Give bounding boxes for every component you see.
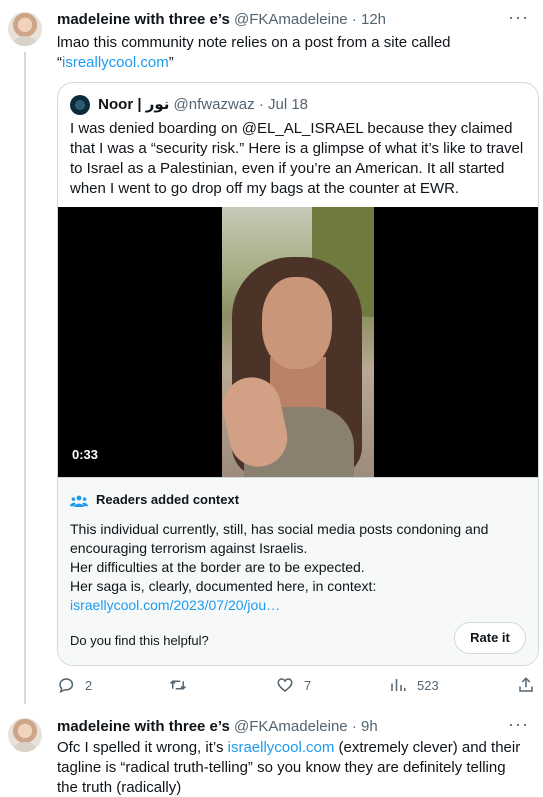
rate-it-button[interactable]: Rate it [454, 622, 526, 654]
tweet-link[interactable]: isreallycool.com [62, 54, 169, 71]
tweet-text-suffix: ” [168, 54, 174, 71]
retweet-button[interactable] [169, 676, 197, 694]
helpful-prompt: Do you find this helpful? [70, 633, 209, 648]
quoted-tweet-header: Noor | نور @nfwazwaz · Jul 18 [70, 95, 309, 116]
quoted-tweet-text: I was denied boarding on @EL_AL_ISRAEL b… [70, 120, 524, 197]
view-count: 523 [417, 677, 439, 693]
tweet-header: madeleine with three e’s @FKAmadeleine ·… [57, 717, 378, 737]
video-thumbnail [222, 207, 374, 477]
tweet-actions: 2 7 523 [57, 676, 537, 696]
community-note-heading: Readers added context [70, 492, 239, 508]
separator: · [258, 96, 264, 113]
separator: · [351, 11, 357, 28]
like-button[interactable]: 7 [276, 676, 311, 694]
thread-line [24, 52, 26, 704]
video-player[interactable]: 0:33 [58, 207, 538, 477]
tweet-2[interactable]: madeleine with three e’s @FKAmadeleine ·… [0, 708, 543, 797]
quoted-tweet[interactable]: Noor | نور @nfwazwaz · Jul 18 I was deni… [57, 82, 539, 666]
like-count: 7 [304, 677, 312, 693]
community-note-body: This individual currently, still, has so… [70, 520, 526, 615]
more-dots-icon[interactable]: ··· [508, 715, 529, 733]
separator: · [351, 718, 357, 735]
note-line: Her difficulties at the border are to be… [70, 559, 365, 575]
tweet-link[interactable]: israellycool.com [228, 739, 335, 756]
tweet-text-prefix: Ofc I spelled it wrong, it’s [57, 739, 228, 756]
video-duration: 0:33 [72, 447, 99, 462]
timestamp[interactable]: 9h [361, 718, 378, 735]
heart-icon [277, 678, 293, 692]
quoted-avatar [70, 95, 90, 116]
share-icon [519, 677, 533, 692]
quoted-author-handle: @nfwazwaz [173, 96, 255, 113]
reply-icon [59, 678, 74, 694]
tweet-text: lmao this community note relies on a pos… [57, 33, 527, 73]
timestamp[interactable]: 12h [361, 11, 386, 28]
tweet-1[interactable]: madeleine with three e’s @FKAmadeleine ·… [0, 0, 543, 704]
note-line: Her saga is, clearly, documented here, i… [70, 578, 377, 594]
note-line: This individual currently, still, has so… [70, 521, 489, 556]
quoted-author-name: Noor | نور [98, 96, 170, 113]
community-note-title: Readers added context [96, 492, 240, 507]
thumbnail-face [262, 277, 332, 369]
more-dots-icon[interactable]: ··· [508, 8, 529, 26]
share-button[interactable] [517, 676, 543, 694]
author-handle[interactable]: @FKAmadeleine [234, 718, 348, 735]
community-note: Readers added context This individual cu… [58, 477, 538, 665]
author-handle[interactable]: @FKAmadeleine [234, 11, 348, 28]
readers-context-icon [70, 495, 88, 507]
avatar[interactable] [8, 12, 42, 46]
views-button[interactable]: 523 [389, 676, 439, 694]
quoted-date: Jul 18 [267, 96, 309, 113]
tweet-header: madeleine with three e’s @FKAmadeleine ·… [57, 10, 386, 30]
author-name[interactable]: madeleine with three e’s [57, 718, 230, 735]
views-icon [391, 679, 406, 691]
author-name[interactable]: madeleine with three e’s [57, 11, 230, 28]
tweet-text: Ofc I spelled it wrong, it’s israellycoo… [57, 738, 527, 797]
avatar[interactable] [8, 718, 42, 752]
reply-count: 2 [85, 677, 93, 693]
retweet-icon [169, 680, 187, 690]
reply-button[interactable]: 2 [57, 676, 92, 694]
note-link[interactable]: israellycool.com/2023/07/20/jou… [70, 596, 526, 615]
